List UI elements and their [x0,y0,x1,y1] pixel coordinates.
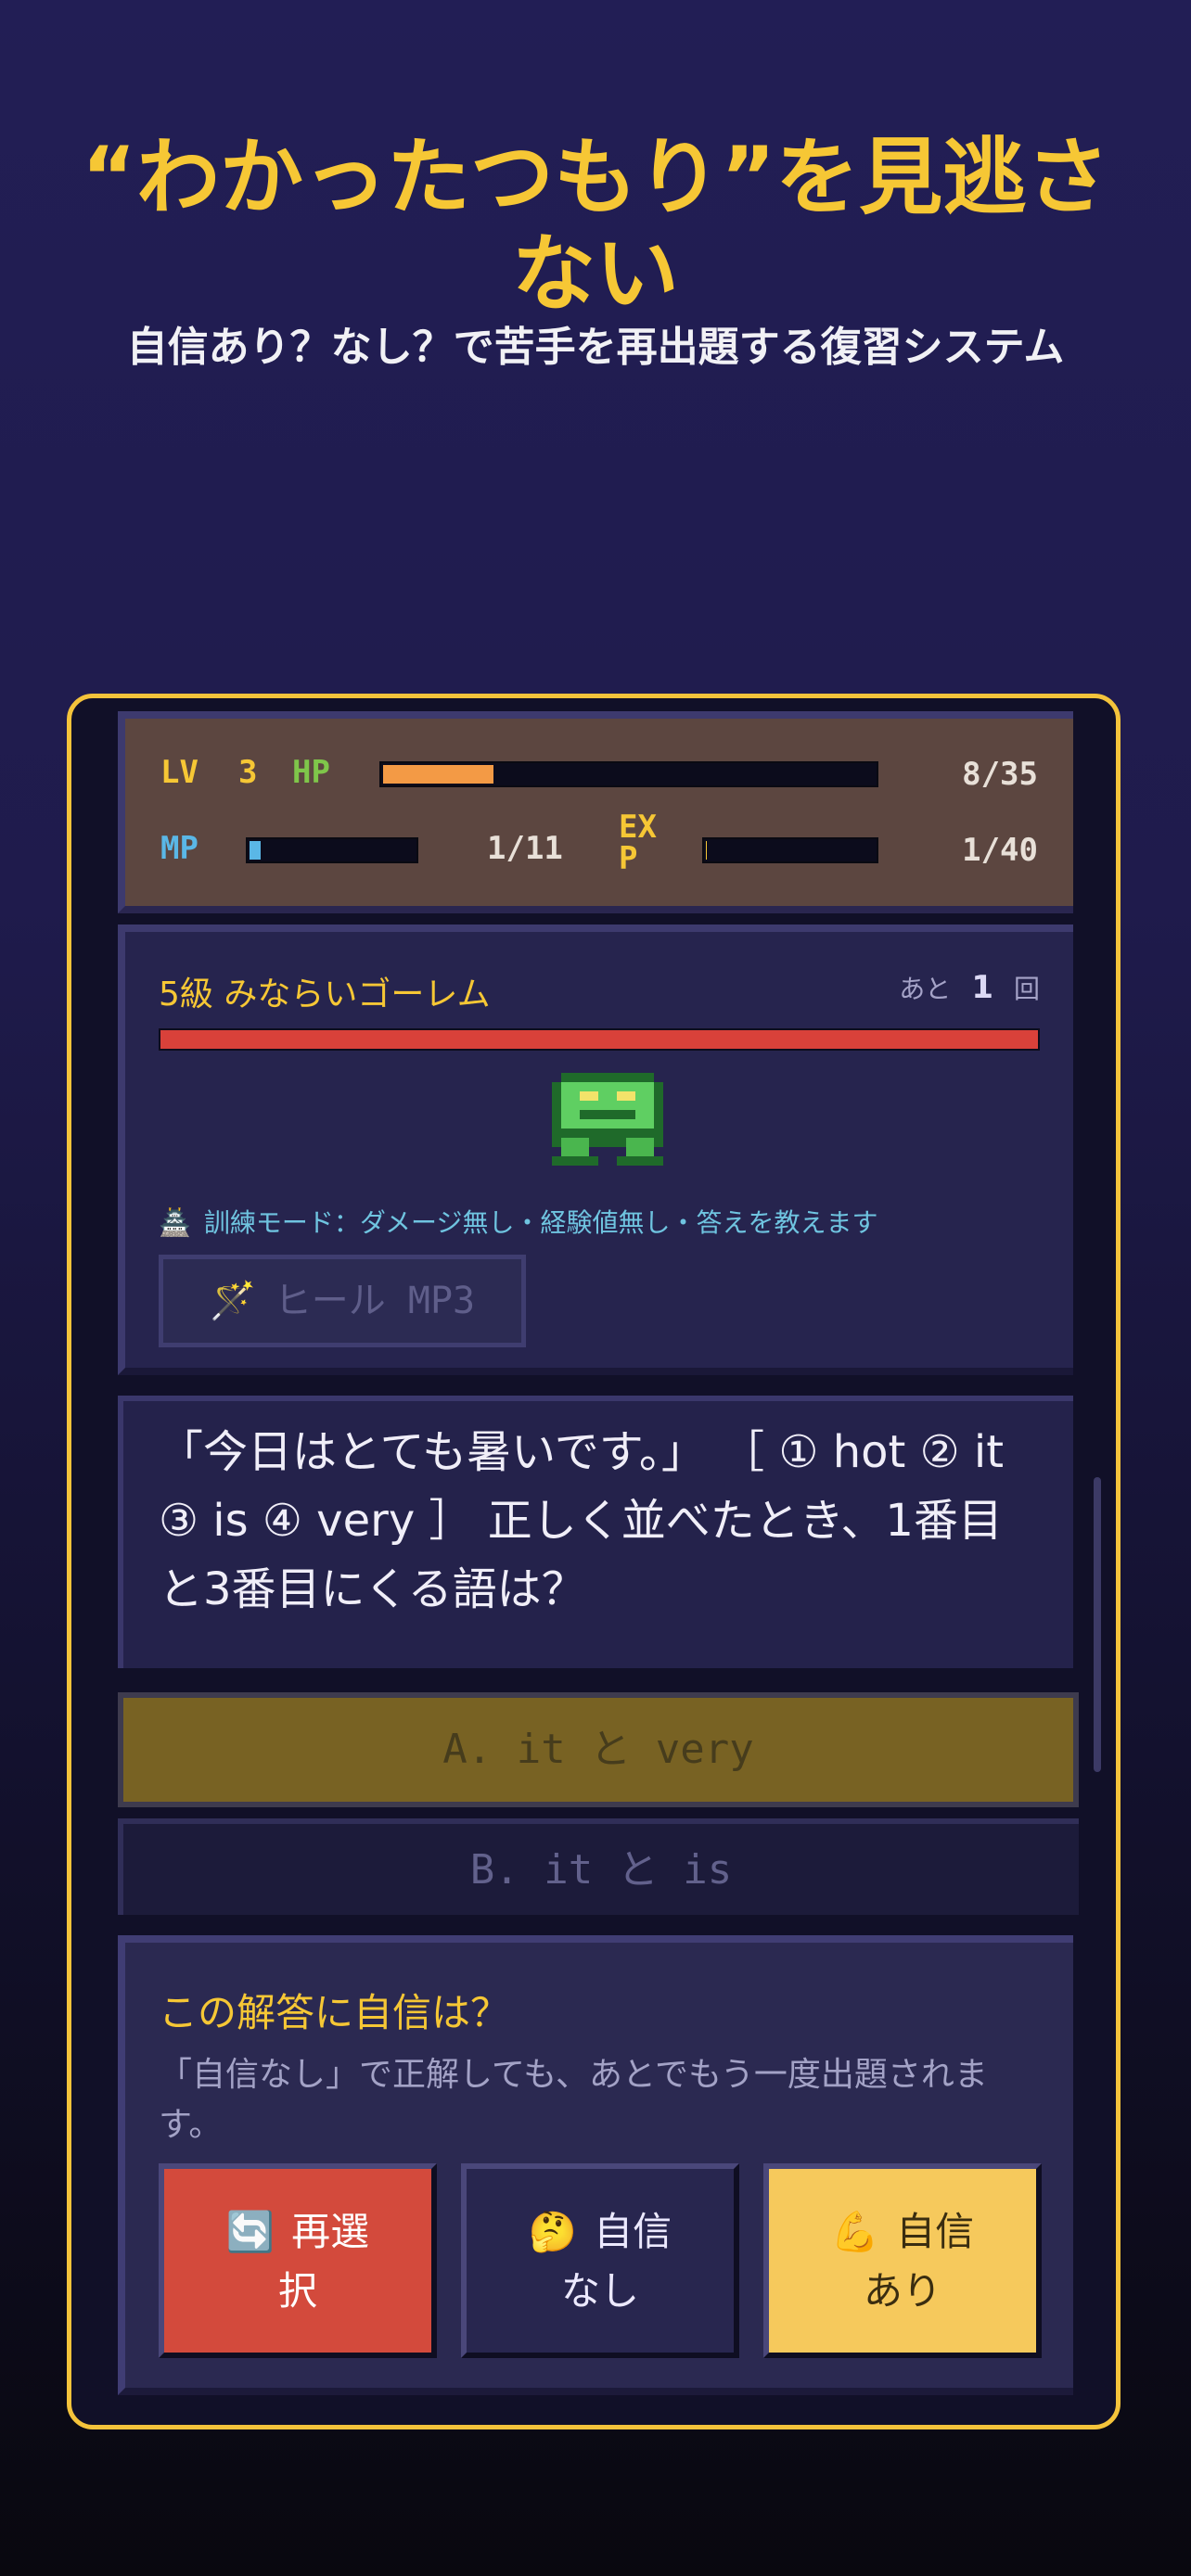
not-confident-label-line2: なし [560,2268,639,2314]
choice-a-button[interactable]: A. it と very [118,1692,1079,1807]
enemy-name: 5級 みならいゴーレム [159,976,491,1014]
exp-label-line2: P [619,840,638,877]
heal-button[interactable]: 🪄 ヒール MP3 [159,1255,526,1347]
not-confident-label-line1: 自信 [594,2209,672,2254]
choice-b-button[interactable]: B. it と is [118,1818,1079,1915]
level-label: LV [160,754,198,791]
confidence-question: この解答に自信は？ [159,1990,510,2035]
level-value: 3 [238,754,258,791]
confident-button[interactable]: 💪 自信 あり [763,2163,1042,2358]
heal-button-label: ヒール MP3 [274,1280,476,1322]
enemy-hp-bar [159,1028,1040,1051]
mp-bar-fill [250,841,262,860]
mp-exp-row: MP 1/11 EX P 1/40 [160,811,1038,878]
confident-label-line2: あり [863,2268,941,2314]
mp-label: MP [160,830,198,867]
promo-headline: “わかったつもり”を見逃さない [81,129,1110,323]
training-mode-text: 訓練モード：ダメージ無し・経験値無し・答えを教えます [203,1207,878,1238]
magic-wand-icon: 🪄 [210,1280,256,1322]
exp-value: 1/40 [962,832,1038,869]
mp-value: 1/11 [487,830,563,867]
remaining-counter: あと 1 回 [899,969,1040,1006]
hp-row: LV 3 HP 8/35 [160,746,1038,802]
hp-value: 8/35 [962,756,1038,793]
not-confident-button[interactable]: 🤔 自信 なし [461,2163,739,2358]
enemy-panel: 5級 みならいゴーレム あと 1 回 🏯 訓練モード：ダメージ無し・経験値無し・答えを… [118,925,1073,1375]
reselect-label-line1: 再選 [291,2209,370,2254]
exp-bar [702,837,878,863]
scrollbar[interactable] [1094,1477,1101,1772]
question-box: 「今日はとても暑いです。」 ［ ① hot ② it ③ is ④ very ］… [118,1396,1073,1668]
hp-bar-fill [383,765,493,784]
remaining-prefix: あと [899,974,952,1004]
flexed-biceps-icon: 💪 [830,2209,880,2254]
question-text: 「今日はとても暑いです。」 ［ ① hot ② it ③ is ④ very ］… [159,1426,1005,1615]
exp-bar-fill [706,841,707,860]
castle-icon: 🏯 [159,1207,191,1238]
remaining-suffix: 回 [1013,974,1040,1004]
refresh-icon: 🔄 [225,2209,275,2254]
status-panel: LV 3 HP 8/35 MP 1/11 EX P 1/40 [118,711,1073,913]
exp-label-line1: EX [619,809,657,846]
hp-label: HP [292,754,330,791]
game-screen: LV 3 HP 8/35 MP 1/11 EX P 1/40 5級 みならいゴー… [67,694,1121,2429]
remaining-count: 1 [971,969,993,1006]
reselect-button[interactable]: 🔄 再選 択 [159,2163,437,2358]
thinking-face-icon: 🤔 [528,2209,578,2254]
training-mode-note: 🏯 訓練モード：ダメージ無し・経験値無し・答えを教えます [159,1203,877,1240]
exp-label: EX P [619,811,674,874]
confidence-note: 「自信なし」で正解しても、あとでもう一度出題されます。 [159,2056,988,2144]
reselect-label-line2: 択 [277,2268,317,2314]
confidence-panel: この解答に自信は？ 「自信なし」で正解しても、あとでもう一度出題されます。 🔄 再… [118,1935,1073,2395]
golem-monster-icon [552,1073,663,1166]
hp-bar [379,761,878,787]
mp-bar [246,837,418,863]
confident-label-line1: 自信 [896,2209,975,2254]
promo-subtitle: 自信あり？なし？で苦手を再出題する復習システム [126,324,1065,371]
